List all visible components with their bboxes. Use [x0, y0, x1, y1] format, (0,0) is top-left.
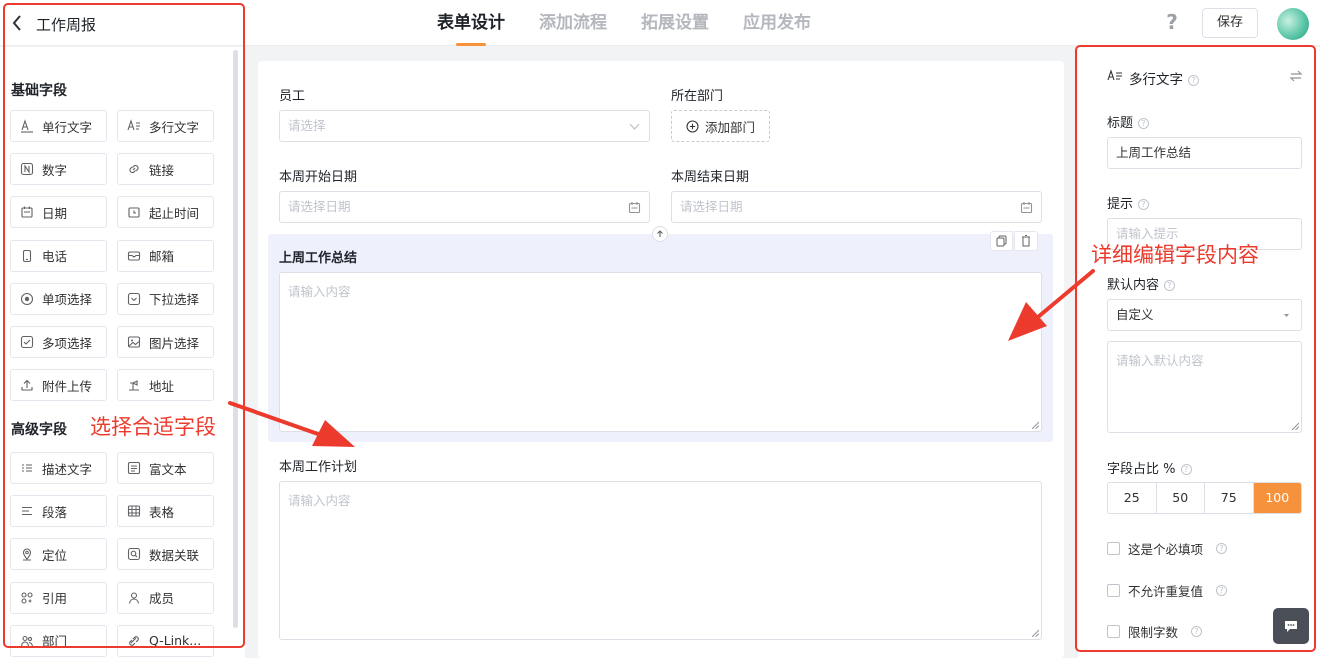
right-annotation-arrow — [1008, 269, 1095, 341]
annotation-arrows — [228, 269, 1095, 447]
left-annotation-arrow — [228, 401, 355, 447]
